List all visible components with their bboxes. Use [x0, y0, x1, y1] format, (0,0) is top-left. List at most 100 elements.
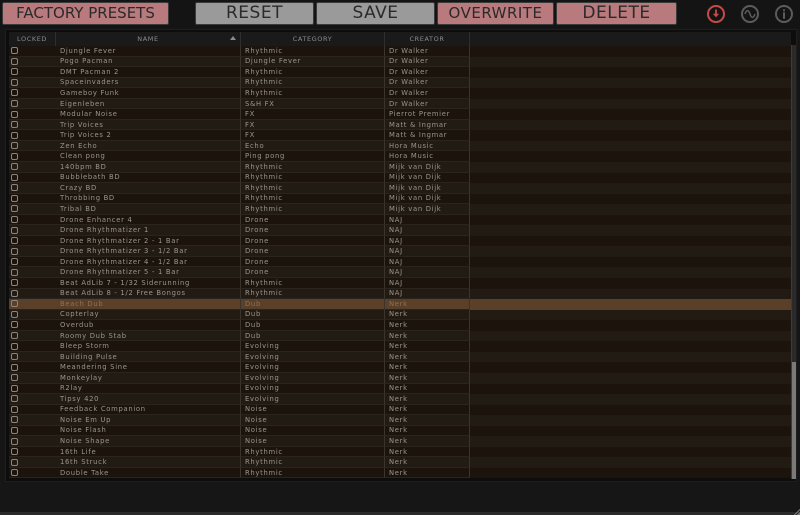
locked-checkbox[interactable] — [11, 258, 18, 266]
table-row[interactable]: Djungle Fever Rhythmic Dr Walker — [9, 46, 791, 57]
table-row[interactable]: Building Pulse Evolving Nerk — [9, 351, 791, 363]
locked-checkbox[interactable] — [11, 100, 18, 107]
table-row[interactable]: Roomy Dub Stab Dub Nerk — [9, 330, 791, 342]
table-row[interactable]: Drone Rhythmatizer 1 Drone NAJ — [9, 225, 791, 236]
locked-checkbox[interactable] — [11, 289, 18, 297]
table-row[interactable]: Eigenleben S&H FX Dr Walker — [9, 98, 791, 110]
column-header-name[interactable]: NAME — [56, 32, 241, 46]
table-row[interactable]: Drone Enhancer 4 Drone NAJ — [9, 214, 791, 226]
table-row[interactable]: Clean pong Ping pong Hora Music — [9, 151, 791, 163]
factory-presets-button[interactable]: FACTORY PRESETS — [2, 2, 169, 25]
locked-checkbox[interactable] — [11, 205, 18, 213]
locked-checkbox[interactable] — [11, 448, 18, 456]
locked-checkbox[interactable] — [11, 194, 18, 202]
locked-checkbox[interactable] — [11, 68, 18, 76]
locked-checkbox[interactable] — [11, 237, 18, 245]
vertical-scrollbar[interactable] — [791, 45, 796, 479]
table-row[interactable]: Trip Voices 2 FX Matt & Ingmar — [9, 130, 791, 141]
scrollbar-thumb[interactable] — [792, 361, 796, 479]
locked-checkbox[interactable] — [11, 300, 18, 308]
locked-checkbox[interactable] — [11, 226, 18, 234]
table-row[interactable]: Drone Rhythmatizer 2 - 1 Bar Drone NAJ — [9, 235, 791, 247]
locked-checkbox[interactable] — [11, 310, 18, 318]
locked-checkbox[interactable] — [11, 332, 18, 340]
locked-checkbox[interactable] — [11, 279, 18, 287]
table-row[interactable]: Noise Flash Noise Nerk — [9, 425, 791, 437]
table-row[interactable]: Drone Rhythmatizer 3 - 1/2 Bar Drone NAJ — [9, 246, 791, 257]
locked-checkbox[interactable] — [11, 110, 18, 118]
locked-checkbox[interactable] — [11, 152, 18, 160]
locked-checkbox[interactable] — [11, 131, 18, 139]
table-row[interactable]: Modular Noise FX Pierrot Premier — [9, 109, 791, 120]
table-row[interactable]: Gameboy Funk Rhythmic Dr Walker — [9, 88, 791, 99]
table-row[interactable]: Beat AdLib 7 - 1/32 Siderunning Rhythmic N… — [9, 278, 791, 289]
table-row[interactable]: Drone Rhythmatizer 5 - 1 Bar Drone NAJ — [9, 267, 791, 279]
table-row[interactable]: Tribal BD Rhythmic Mijk van Dijk — [9, 204, 791, 215]
locked-checkbox[interactable] — [11, 216, 18, 224]
info-icon[interactable] — [775, 5, 793, 23]
locked-checkbox[interactable] — [11, 173, 18, 181]
table-row[interactable]: 16th Life Rhythmic Nerk — [9, 446, 791, 458]
table-row[interactable]: Beat AdLib 8 - 1/2 Free Bongos Rhythmic NA… — [9, 288, 791, 300]
column-header-category[interactable]: CATEGORY — [241, 32, 385, 46]
locked-checkbox[interactable] — [11, 405, 18, 413]
locked-checkbox[interactable] — [11, 342, 18, 350]
locked-checkbox[interactable] — [11, 47, 18, 55]
table-row[interactable]: Noise Em Up Noise Nerk — [9, 415, 791, 426]
name-cell: Copterlay — [56, 309, 241, 321]
table-row[interactable]: Bleep Storm Evolving Nerk — [9, 341, 791, 352]
table-row[interactable]: Tipsy 420 Evolving Nerk — [9, 394, 791, 405]
table-row[interactable]: Throbbing BD Rhythmic Mijk van Dijk — [9, 193, 791, 205]
column-header-creator[interactable]: CREATOR — [385, 32, 470, 46]
locked-checkbox[interactable] — [11, 374, 18, 382]
table-row[interactable]: Crazy BD Rhythmic Mijk van Dijk — [9, 183, 791, 194]
locked-checkbox[interactable] — [11, 184, 18, 192]
locked-checkbox[interactable] — [11, 363, 18, 371]
locked-checkbox[interactable] — [11, 426, 18, 434]
waveform-icon[interactable] — [741, 5, 759, 23]
column-header-locked[interactable]: LOCKED — [9, 32, 56, 46]
table-row[interactable]: DMT Pacman 2 Rhythmic Dr Walker — [9, 67, 791, 78]
locked-checkbox[interactable] — [11, 321, 18, 329]
locked-checkbox[interactable] — [11, 458, 18, 466]
table-row[interactable]: Spaceinvaders Rhythmic Dr Walker — [9, 77, 791, 89]
locked-checkbox[interactable] — [11, 353, 18, 361]
overwrite-button[interactable]: OVERWRITE — [437, 2, 554, 25]
delete-button[interactable]: DELETE — [556, 2, 677, 25]
locked-checkbox[interactable] — [11, 89, 18, 97]
table-row[interactable]: Monkeylay Evolving Nerk — [9, 372, 791, 384]
resize-grip-icon[interactable] — [794, 509, 800, 515]
table-row[interactable]: Double Take Rhythmic Nerk — [9, 467, 791, 479]
save-button[interactable]: SAVE — [316, 2, 435, 25]
table-row[interactable]: Noise Shape Noise Nerk — [9, 436, 791, 447]
table-row[interactable]: Meandering Sine Evolving Nerk — [9, 362, 791, 373]
table-row[interactable]: Drone Rhythmatizer 4 - 1/2 Bar Drone NAJ — [9, 256, 791, 268]
locked-checkbox[interactable] — [11, 163, 18, 171]
reset-button[interactable]: RESET — [195, 2, 314, 25]
table-row[interactable]: Pogo Pacman Djungle Fever Dr Walker — [9, 56, 791, 68]
table-row-selected[interactable]: Beach Dub Dub Nerk — [9, 299, 791, 310]
locked-checkbox[interactable] — [11, 469, 18, 477]
table-row[interactable]: 16th Struck Rhythmic Nerk — [9, 457, 791, 468]
locked-checkbox[interactable] — [11, 268, 18, 276]
locked-checkbox[interactable] — [11, 142, 18, 150]
table-row[interactable]: R2lay Evolving Nerk — [9, 383, 791, 395]
locked-checkbox[interactable] — [11, 416, 18, 424]
name-cell: Drone Enhancer 4 — [56, 214, 241, 226]
locked-checkbox[interactable] — [11, 437, 18, 445]
table-row[interactable]: Feedback Companion Noise Nerk — [9, 404, 791, 416]
locked-checkbox[interactable] — [11, 395, 18, 403]
table-row[interactable]: Bubblebath BD Rhythmic Mijk van Dijk — [9, 172, 791, 184]
table-row[interactable]: Overdub Dub Nerk — [9, 320, 791, 331]
locked-checkbox[interactable] — [11, 384, 18, 392]
locked-checkbox[interactable] — [11, 247, 18, 255]
table-row[interactable]: Trip Voices FX Matt & Ingmar — [9, 119, 791, 131]
locked-checkbox[interactable] — [11, 57, 18, 65]
table-row[interactable]: 140bpm BD Rhythmic Mijk van Dijk — [9, 162, 791, 173]
download-icon[interactable] — [707, 5, 725, 23]
table-row[interactable]: Zen Echo Echo Hora Music — [9, 140, 791, 152]
locked-checkbox[interactable] — [11, 78, 18, 86]
locked-checkbox[interactable] — [11, 121, 18, 129]
locked-cell — [9, 320, 56, 331]
table-row[interactable]: Copterlay Dub Nerk — [9, 309, 791, 321]
